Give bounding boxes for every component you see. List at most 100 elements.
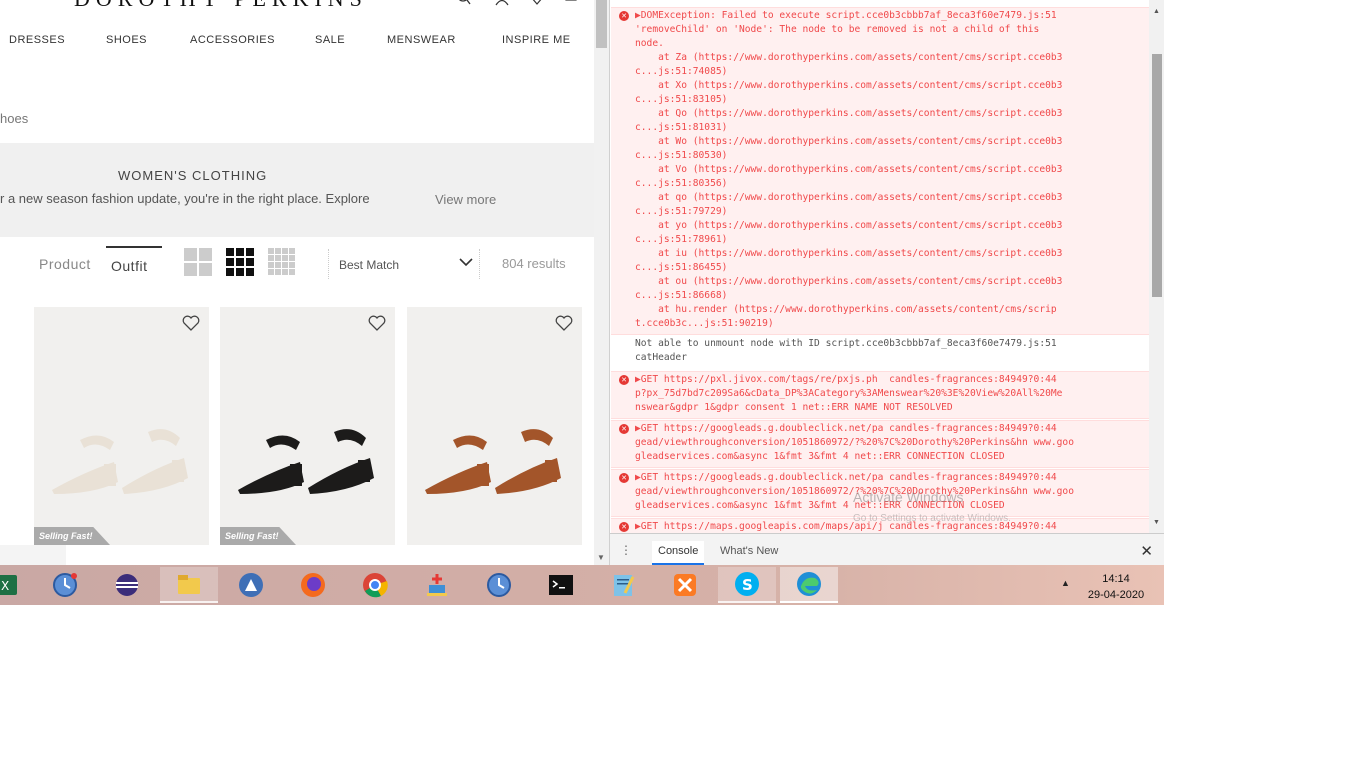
clock-app-2-icon — [487, 573, 511, 597]
clock-time: 14:14 — [1102, 573, 1130, 585]
product-toolbar: Product Outfit Best Match 804 results — [0, 244, 594, 284]
sandal-pair-image — [52, 429, 188, 494]
taskbar-app-edge[interactable] — [780, 567, 838, 603]
page-scrollbar-thumb[interactable] — [596, 0, 607, 48]
taskbar-app-clock-app-2[interactable] — [470, 567, 528, 603]
wishlist-icon[interactable] — [530, 0, 544, 6]
xampp-icon — [674, 574, 696, 596]
console-error-message[interactable]: ✕ ▶GET https://googleads.g.doubleclick.ne… — [611, 420, 1149, 468]
sort-value: Best Match — [339, 258, 400, 272]
grid-4-icon[interactable] — [268, 248, 296, 276]
sort-select[interactable]: Best Match — [328, 249, 480, 279]
more-options-icon[interactable]: ⋮ — [620, 543, 632, 557]
console-message-text: ▶GET https://pxl.jivox.com/tags/re/pxjs.… — [635, 374, 1063, 413]
grid-3-icon[interactable] — [226, 248, 254, 276]
error-icon: ✕ — [619, 522, 629, 532]
firefox-icon — [301, 573, 325, 597]
category-banner: WOMEN'S CLOTHING r a new season fashion … — [0, 143, 594, 237]
selling-fast-badge: Selling Fast! — [220, 527, 296, 545]
eclipse-icon — [116, 574, 138, 596]
app-a-icon — [239, 573, 263, 597]
console-message-text: ▶GET https://googleads.g.doubleclick.net… — [635, 423, 1074, 462]
taskbar-app-excel[interactable]: X — [0, 567, 36, 603]
console-error-message[interactable]: ✕ ▶DOMException: Failed to execute script… — [611, 7, 1149, 335]
console-message-text: Not able to unmount node with ID script.… — [635, 338, 1057, 363]
error-icon: ✕ — [619, 11, 629, 21]
activation-watermark-sub: Go to Settings to activate Windows. — [853, 513, 1011, 524]
heart-icon[interactable] — [555, 315, 573, 331]
main-nav: DRESSES SHOES ACCESSORIES SALE MENSWEAR … — [0, 34, 594, 50]
skype-icon: S — [735, 572, 759, 596]
nav-accessories[interactable]: ACCESSORIES — [190, 34, 275, 46]
website-viewport: DOROTHY PERKINS DRESSES SHOES ACCESSORIE… — [0, 0, 594, 565]
product-card[interactable] — [407, 307, 582, 545]
close-icon[interactable]: ✕ — [1140, 542, 1153, 560]
nav-sale[interactable]: SALE — [315, 34, 345, 46]
taskbar-app-xampp[interactable] — [656, 567, 714, 603]
scroll-down-arrow[interactable]: ▼ — [597, 553, 605, 562]
console-scrollbar-thumb[interactable] — [1152, 54, 1162, 297]
sandal-pair-image — [238, 429, 374, 494]
screen: DOROTHY PERKINS DRESSES SHOES ACCESSORIE… — [0, 0, 1366, 768]
taskbar-app-terminal[interactable] — [532, 567, 590, 603]
taskbar-app-app-a[interactable] — [222, 567, 280, 603]
product-card[interactable]: Selling Fast! — [34, 307, 209, 545]
bag-icon[interactable] — [564, 0, 578, 6]
view-more-link[interactable]: View more — [435, 192, 496, 207]
site-logo[interactable]: DOROTHY PERKINS — [74, 0, 368, 12]
console-output: ✕ ▶DOMException: Failed to execute script… — [610, 0, 1149, 533]
svg-text:S: S — [742, 576, 753, 594]
sandal-pair-image — [425, 429, 561, 494]
nav-inspire-me[interactable]: INSPIRE ME — [502, 34, 571, 46]
tab-console[interactable]: Console — [652, 541, 705, 565]
clock-date: 29-04-2020 — [1087, 589, 1145, 601]
taskbar-app-firefox[interactable] — [284, 567, 342, 603]
category-title: WOMEN'S CLOTHING — [118, 168, 268, 183]
scroll-up-arrow[interactable]: ▲ — [1153, 8, 1160, 15]
outfit-view-tab[interactable]: Outfit — [106, 246, 162, 278]
page-scrollbar[interactable]: ▼ — [594, 0, 609, 565]
nav-dresses[interactable]: DRESSES — [9, 34, 65, 46]
clock-app-icon — [53, 573, 77, 597]
results-count: 804 results — [502, 256, 566, 271]
taskbar-app-notepad[interactable] — [594, 567, 652, 603]
console-error-message[interactable]: ✕ ▶GET https://pxl.jivox.com/tags/re/pxjs… — [611, 371, 1149, 419]
error-icon: ✕ — [619, 424, 629, 434]
edge-icon — [797, 572, 821, 596]
tray-expand-icon[interactable]: ▲ — [1061, 578, 1070, 588]
grid-2-icon[interactable] — [184, 248, 212, 276]
product-view-tab[interactable]: Product — [39, 256, 91, 272]
taskbar-app-skype[interactable]: S — [718, 567, 776, 603]
breadcrumb[interactable]: hoes — [0, 111, 28, 126]
search-icon[interactable] — [457, 0, 471, 6]
nav-shoes[interactable]: SHOES — [106, 34, 147, 46]
product-card[interactable]: Selling Fast! — [220, 307, 395, 545]
selling-fast-badge: Selling Fast! — [34, 527, 110, 545]
excel-icon: X — [0, 575, 17, 595]
nav-menswear[interactable]: MENSWEAR — [387, 34, 456, 46]
taskbar-app-virtual-device[interactable] — [408, 567, 466, 603]
console-log-message[interactable]: Not able to unmount node with ID script.… — [611, 336, 1149, 370]
heart-icon[interactable] — [182, 315, 200, 331]
chevron-down-icon — [459, 258, 473, 267]
taskbar-app-eclipse[interactable] — [98, 567, 156, 603]
scroll-down-arrow[interactable]: ▼ — [1153, 519, 1160, 526]
file-explorer-icon — [178, 575, 200, 594]
heart-icon[interactable] — [368, 315, 386, 331]
taskbar-app-chrome[interactable] — [346, 567, 404, 603]
console-message-text: ▶DOMException: Failed to execute script.… — [635, 10, 1063, 329]
taskbar-app-file-explorer[interactable] — [160, 567, 218, 603]
svg-text:X: X — [1, 579, 9, 593]
error-icon: ✕ — [619, 375, 629, 385]
devtools-drawer: ⋮ Console What's New ✕ — [610, 533, 1164, 565]
account-icon[interactable] — [495, 0, 509, 6]
taskbar-app-clock-app[interactable] — [36, 567, 94, 603]
tab-whats-new[interactable]: What's New — [714, 541, 784, 565]
console-scrollbar[interactable]: ▲ ▼ — [1149, 0, 1164, 533]
system-clock[interactable]: 14:14 29-04-2020 — [1082, 571, 1150, 603]
footer-strip — [0, 545, 66, 565]
chrome-icon — [363, 573, 388, 598]
terminal-icon — [549, 575, 573, 595]
category-description: r a new season fashion update, you're in… — [0, 191, 370, 206]
activation-watermark: Activate Windows — [853, 489, 964, 505]
